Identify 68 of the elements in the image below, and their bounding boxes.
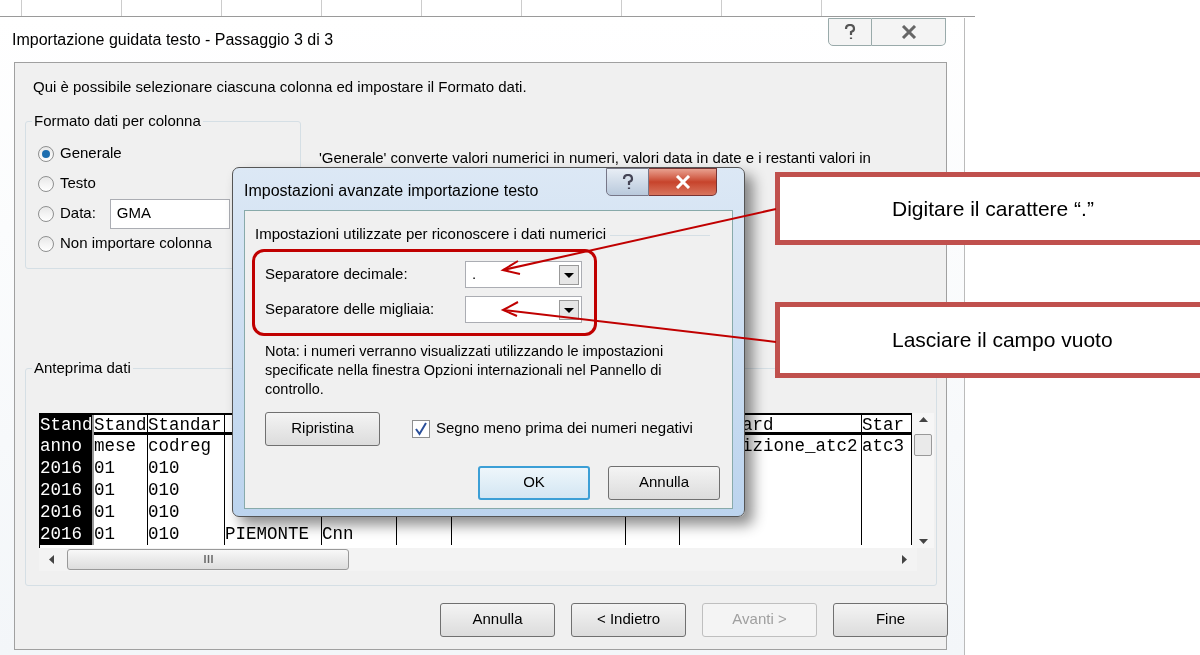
column-header[interactable]: Standar: [148, 414, 225, 435]
column-cell[interactable]: Cnn: [322, 522, 397, 545]
reset-button[interactable]: Ripristina: [265, 411, 380, 446]
table-cell: 01: [94, 501, 115, 522]
scroll-thumb[interactable]: [67, 548, 349, 570]
wizard-button[interactable]: Annulla: [440, 602, 555, 637]
table-cell: mese: [94, 435, 136, 456]
note-text: Nota: i numeri verranno visualizzati utilizzando le impostazioni specificate nella finestra Opzioni internazionali nel Pannello di controllo.: [264, 341, 665, 399]
callout-text: Digitare il carattere “.”: [892, 195, 1094, 222]
table-cell: 010: [148, 479, 180, 500]
field-label: Separatore decimale:: [265, 264, 409, 285]
table-cell: 010: [148, 523, 180, 544]
column-header[interactable]: Stand: [40, 414, 94, 435]
close-icon: [900, 25, 917, 39]
table-cell: anno: [40, 435, 82, 456]
table-cell: 2016: [40, 457, 82, 478]
table-cell: Cnn: [322, 523, 354, 544]
table-cell: codreg: [148, 435, 211, 456]
right-arrow-icon: [902, 554, 907, 564]
separator-dropdown[interactable]: .: [465, 261, 582, 288]
date-format-field[interactable]: GMA: [109, 198, 230, 229]
table-cell: 01: [94, 479, 115, 500]
wizard-button[interactable]: Fine: [833, 602, 948, 637]
table-cell: 010: [148, 457, 180, 478]
table-cell: izione_atc2: [742, 435, 858, 456]
table-cell: 01: [94, 457, 115, 478]
dialog-button[interactable]: OK: [478, 465, 590, 500]
help-button[interactable]: [606, 168, 649, 196]
table-cell: atc3: [862, 435, 904, 456]
callout-text: Lasciare il campo vuoto: [892, 327, 1113, 354]
checkbox[interactable]: [412, 419, 430, 438]
dialog-button[interactable]: Annulla: [608, 465, 720, 500]
radio-button[interactable]: [38, 205, 54, 222]
close-icon: [674, 175, 691, 189]
radio-button[interactable]: [38, 145, 54, 162]
table-cell: 2016: [40, 523, 82, 544]
close-button[interactable]: [872, 18, 946, 46]
wizard-button[interactable]: < Indietro: [571, 602, 686, 637]
down-arrow-icon: [918, 538, 928, 544]
table-cell: 2016: [40, 501, 82, 522]
window-title: Importazione guidata testo - Passaggio 3 di 3: [12, 30, 334, 50]
dialog-title: Impostazioni avanzate importazione testo: [244, 181, 539, 201]
help-icon: [621, 174, 634, 190]
table-cell: 01: [94, 523, 115, 544]
group-label: Impostazioni utilizzate per riconoscere i dati numerici: [255, 224, 606, 244]
radio-label: Non importare colonna: [60, 233, 212, 254]
grip-icon: [203, 555, 213, 563]
column-header[interactable]: Stand: [94, 414, 148, 435]
instruction-text: Qui è possibile selezionare ciascuna colonna ed impostare il Formato dati.: [32, 77, 528, 97]
radio-label: Generale: [60, 143, 122, 164]
separator-dropdown[interactable]: [465, 296, 582, 323]
radio-label: Data:: [60, 203, 96, 224]
up-arrow-icon: [918, 416, 928, 422]
field-label: Separatore delle migliaia:: [265, 299, 436, 320]
radio-label: Testo: [60, 173, 96, 194]
radio-button[interactable]: [38, 175, 54, 192]
vertical-scrollbar[interactable]: [912, 412, 934, 548]
help-button[interactable]: [828, 18, 872, 46]
left-arrow-icon: [49, 554, 54, 564]
table-cell: 2016: [40, 479, 82, 500]
radio-button[interactable]: [38, 235, 54, 252]
description-text: 'Generale' converte valori numerici in numeri, valori data in date e i restanti valori in: [319, 147, 871, 165]
help-icon: [844, 24, 856, 40]
column-cell[interactable]: PIEMONTE: [225, 522, 322, 545]
scroll-thumb[interactable]: [914, 434, 932, 456]
table-cell: 010: [148, 501, 180, 522]
close-button[interactable]: [649, 168, 717, 196]
table-cell: PIEMONTE: [225, 523, 309, 544]
